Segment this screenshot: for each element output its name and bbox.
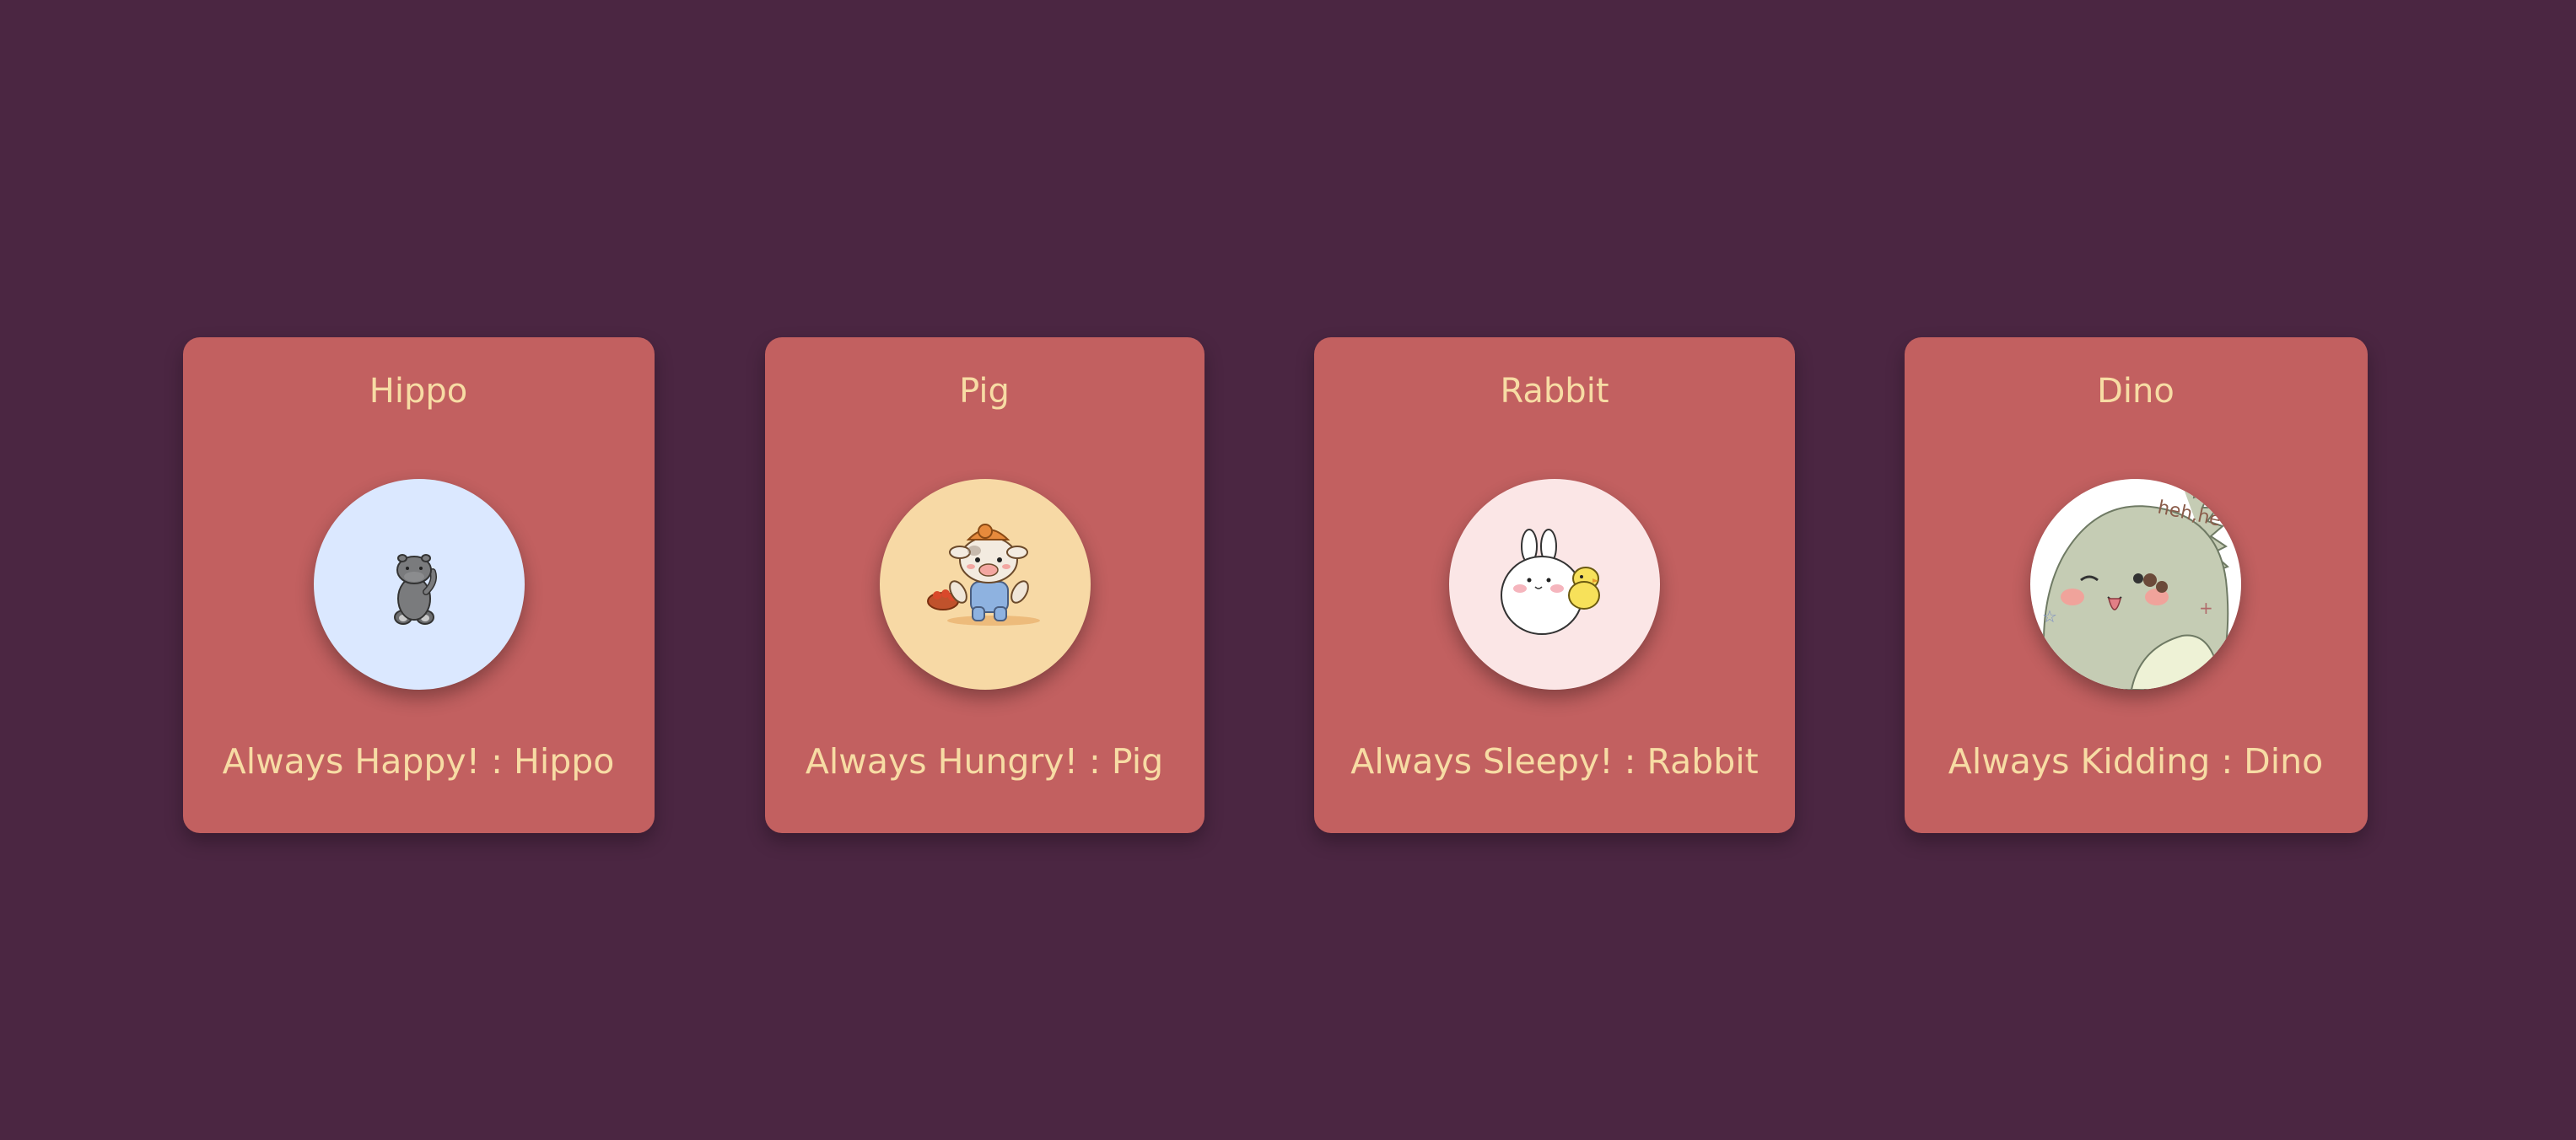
- card-caption: Always Hungry! : Pig: [805, 741, 1164, 782]
- svg-text:+: +: [2199, 598, 2213, 618]
- card-caption: Always Sleepy! : Rabbit: [1350, 741, 1759, 782]
- avatar-rabbit: [1449, 479, 1660, 690]
- avatar-pig: [880, 479, 1091, 690]
- dino-icon: heh,he ☆ +: [2042, 481, 2229, 690]
- rabbit-icon: [1501, 529, 1600, 635]
- card-title: Rabbit: [1500, 372, 1609, 411]
- avatar-hippo: [314, 479, 525, 690]
- hippo-icon: [394, 554, 437, 625]
- card-caption: Always Happy! : Hippo: [222, 741, 615, 782]
- card-title: Hippo: [369, 372, 468, 411]
- svg-text:☆: ☆: [2042, 606, 2057, 626]
- card-title: Dino: [2097, 372, 2175, 411]
- card-title: Pig: [959, 372, 1010, 411]
- avatar-dino: heh,he ☆ +: [2030, 479, 2241, 690]
- pig-icon: [927, 524, 1040, 626]
- card-caption: Always Kidding : Dino: [1948, 741, 2324, 782]
